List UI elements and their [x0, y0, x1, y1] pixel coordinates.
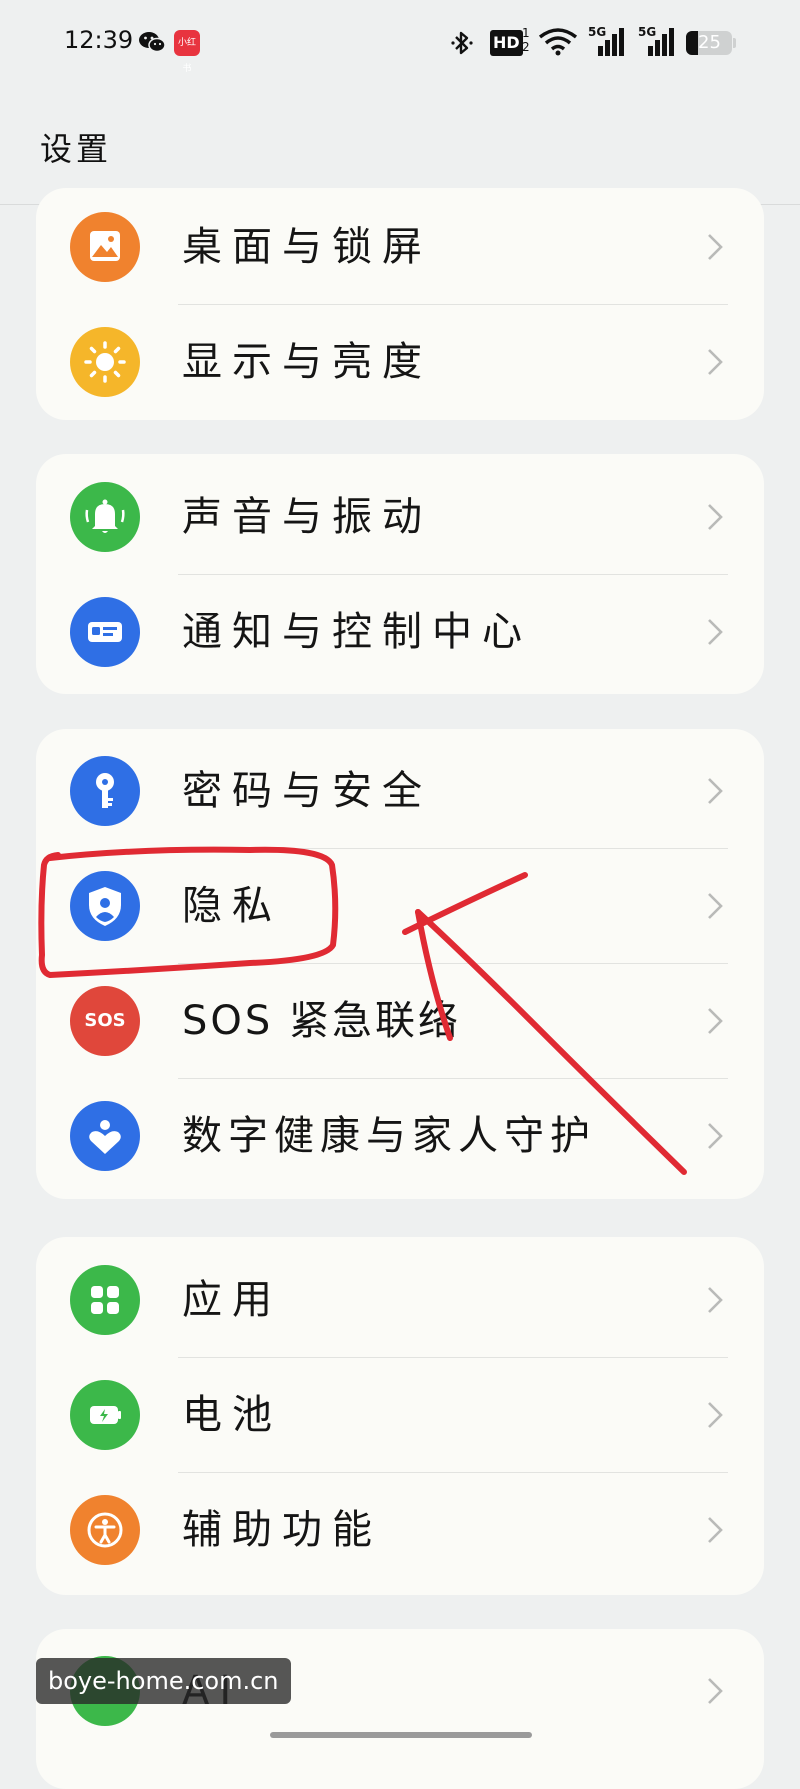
settings-group-ai: AI	[36, 1629, 764, 1789]
battery-fill	[686, 31, 698, 55]
settings-item-label: 声音与振动	[182, 494, 432, 540]
settings-item-label: 桌面与锁屏	[182, 224, 432, 270]
bell-icon	[70, 482, 140, 552]
battery-indicator: 25	[686, 31, 732, 55]
settings-item-accessibility[interactable]: 辅助功能	[36, 1473, 764, 1588]
settings-item-label: 显示与亮度	[182, 339, 432, 385]
apps-grid-icon	[70, 1265, 140, 1335]
wechat-icon	[138, 30, 166, 58]
battery-icon	[70, 1380, 140, 1450]
accessibility-icon	[70, 1495, 140, 1565]
chevron-right-icon	[706, 1285, 724, 1319]
settings-item-digital-wellbeing[interactable]: 数字健康与家人守护	[36, 1079, 764, 1194]
settings-group-apps: 应用 电池 辅助功能	[36, 1237, 764, 1595]
settings-item-label: 密码与安全	[182, 768, 432, 814]
privacy-shield-icon	[70, 871, 140, 941]
chevron-right-icon	[706, 776, 724, 810]
settings-item-label: 数字健康与家人守护	[182, 1113, 596, 1159]
key-icon	[70, 756, 140, 826]
chevron-right-icon	[706, 502, 724, 536]
settings-item-sos-emergency[interactable]: SOS SOS 紧急联络	[36, 964, 764, 1079]
chevron-right-icon	[706, 891, 724, 925]
chevron-right-icon	[706, 617, 724, 651]
settings-item-battery[interactable]: 电池	[36, 1358, 764, 1473]
bluetooth-icon	[450, 30, 474, 60]
settings-item-desktop-lockscreen[interactable]: 桌面与锁屏	[36, 190, 764, 305]
watermark: boye-home.com.cn	[36, 1658, 291, 1704]
settings-item-apps[interactable]: 应用	[36, 1243, 764, 1358]
settings-item-sound-vibration[interactable]: 声音与振动	[36, 460, 764, 575]
heart-person-icon	[70, 1101, 140, 1171]
xiaohongshu-icon: 小红书	[174, 30, 200, 74]
settings-item-display-brightness[interactable]: 显示与亮度	[36, 305, 764, 420]
sun-icon	[70, 327, 140, 397]
battery-cap	[733, 38, 736, 48]
settings-item-privacy[interactable]: 隐私	[36, 849, 764, 964]
sos-icon-text: SOS	[84, 1010, 126, 1031]
chevron-right-icon	[706, 1676, 724, 1710]
signal-icon	[636, 28, 676, 62]
settings-item-password-security[interactable]: 密码与安全	[36, 734, 764, 849]
settings-item-label: 辅助功能	[182, 1507, 382, 1553]
signal-icon	[586, 28, 626, 62]
settings-group-display: 桌面与锁屏 显示与亮度	[36, 188, 764, 420]
settings-item-label: 应用	[182, 1277, 282, 1323]
settings-item-label: SOS 紧急联络	[182, 998, 461, 1044]
status-time: 12:39	[64, 26, 134, 54]
hd-sim-index: 12	[522, 26, 530, 54]
settings-group-sound: 声音与振动 通知与控制中心	[36, 454, 764, 694]
chevron-right-icon	[706, 1515, 724, 1549]
chevron-right-icon	[706, 347, 724, 381]
settings-group-security: 密码与安全 隐私 SOS SOS 紧急联络 数字健康与家人守护	[36, 729, 764, 1199]
wifi-icon	[538, 28, 578, 60]
chevron-right-icon	[706, 1121, 724, 1155]
chevron-right-icon	[706, 232, 724, 266]
page-title: 设置	[40, 130, 113, 168]
notification-icon	[70, 597, 140, 667]
status-bar: 12:39 小红书 HD 12 5G 5G 25	[0, 0, 800, 90]
settings-item-label: 电池	[182, 1392, 282, 1438]
settings-item-notification-control-center[interactable]: 通知与控制中心	[36, 575, 764, 690]
chevron-right-icon	[706, 1006, 724, 1040]
chevron-right-icon	[706, 1400, 724, 1434]
settings-item-label: 隐私	[182, 883, 282, 929]
home-indicator	[270, 1732, 532, 1738]
sos-icon: SOS	[70, 986, 140, 1056]
wallpaper-icon	[70, 212, 140, 282]
hd-voice-badge: HD	[490, 30, 523, 56]
battery-percent: 25	[698, 32, 721, 53]
settings-item-label: 通知与控制中心	[182, 609, 532, 655]
